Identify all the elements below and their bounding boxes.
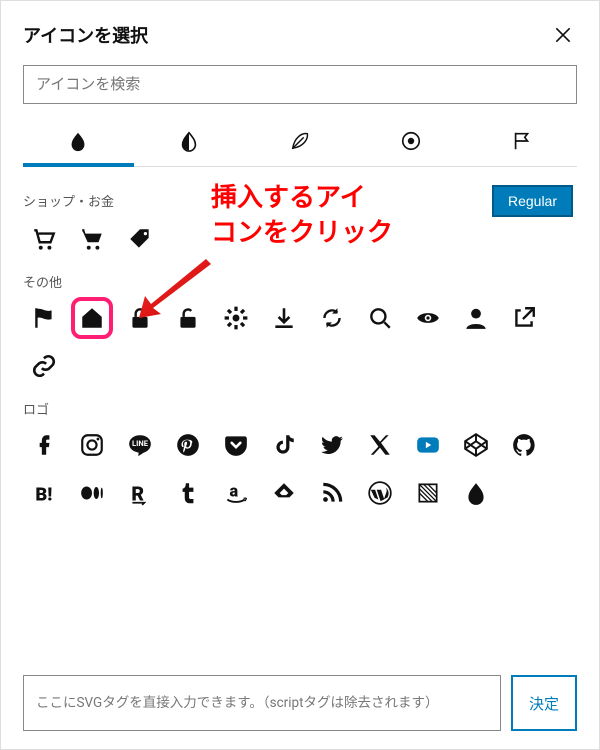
target-icon xyxy=(400,130,422,152)
tab-half[interactable] xyxy=(134,120,245,166)
section-label-logo: ロゴ xyxy=(23,399,573,418)
section-label-shop: ショップ・お金 xyxy=(23,191,114,210)
hatena-icon[interactable]: B! xyxy=(23,472,65,514)
download-icon[interactable] xyxy=(263,297,305,339)
x-icon[interactable] xyxy=(359,424,401,466)
pocket-icon[interactable] xyxy=(215,424,257,466)
facebook-icon[interactable] xyxy=(23,424,65,466)
svg-text:a: a xyxy=(230,481,239,500)
cart-icon[interactable] xyxy=(23,218,65,260)
external-link-icon[interactable] xyxy=(503,297,545,339)
dialog-header: アイコンを選択 xyxy=(23,21,577,49)
tab-outline[interactable] xyxy=(245,120,356,166)
tumblr-icon[interactable] xyxy=(167,472,209,514)
refresh-icon[interactable] xyxy=(311,297,353,339)
drop-solid-icon xyxy=(67,130,89,152)
icon-grid-other xyxy=(23,297,573,387)
search-icon[interactable] xyxy=(359,297,401,339)
icon-grid-shop xyxy=(23,218,573,260)
section-header-shop: ショップ・お金 Regular xyxy=(23,183,573,218)
cart-solid-icon[interactable] xyxy=(71,218,113,260)
eye-icon[interactable] xyxy=(407,297,449,339)
medium-icon[interactable] xyxy=(71,472,113,514)
svg-text:LINE: LINE xyxy=(132,439,149,448)
github-icon[interactable] xyxy=(503,424,545,466)
flag-icon[interactable] xyxy=(23,297,65,339)
tab-solid[interactable] xyxy=(23,120,134,166)
section-label-other: その他 xyxy=(23,272,573,291)
icon-picker-dialog: アイコンを選択 ショップ・お金 Regular xyxy=(0,0,600,750)
drop-half-icon xyxy=(178,130,200,152)
unlock-icon[interactable] xyxy=(167,297,209,339)
close-icon xyxy=(553,25,573,45)
wordpress-icon[interactable] xyxy=(359,472,401,514)
tab-target[interactable] xyxy=(355,120,466,166)
twitter-bird-icon[interactable] xyxy=(311,424,353,466)
home-icon[interactable] xyxy=(71,297,113,339)
gear-icon[interactable] xyxy=(215,297,257,339)
search-input[interactable] xyxy=(23,65,577,104)
youtube-icon[interactable] xyxy=(407,424,449,466)
tiktok-icon[interactable] xyxy=(263,424,305,466)
weight-button[interactable]: Regular xyxy=(492,185,573,217)
feather-icon xyxy=(289,130,311,152)
style-tabs xyxy=(23,120,577,167)
tag-icon[interactable] xyxy=(119,218,161,260)
tab-flag[interactable] xyxy=(466,120,577,166)
svg-direct-input[interactable]: ここにSVGタグを直接入力できます。（scriptタグは除去されます） xyxy=(23,675,501,731)
line-icon[interactable]: LINE xyxy=(119,424,161,466)
rakuten-icon[interactable]: R xyxy=(119,472,161,514)
close-button[interactable] xyxy=(549,21,577,49)
user-icon[interactable] xyxy=(455,297,497,339)
lock-icon[interactable] xyxy=(119,297,161,339)
stack-icon[interactable] xyxy=(407,472,449,514)
icon-scroll-area[interactable]: ショップ・お金 Regular その他 ロゴ LINE xyxy=(23,179,577,663)
svg-text:B!: B! xyxy=(35,485,52,506)
icon-grid-logo: LINE B! R a xyxy=(23,424,573,514)
dialog-footer: ここにSVGタグを直接入力できます。（scriptタグは除去されます） 決定 xyxy=(23,675,577,731)
dialog-title: アイコンを選択 xyxy=(23,22,148,48)
instagram-icon[interactable] xyxy=(71,424,113,466)
feedly-icon[interactable] xyxy=(263,472,305,514)
confirm-button[interactable]: 決定 xyxy=(511,675,577,731)
rss-icon[interactable] xyxy=(311,472,353,514)
codepen-icon[interactable] xyxy=(455,424,497,466)
pinterest-icon[interactable] xyxy=(167,424,209,466)
flag-outline-icon xyxy=(511,130,533,152)
amazon-icon[interactable]: a xyxy=(215,472,257,514)
swell-icon[interactable] xyxy=(455,472,497,514)
link-icon[interactable] xyxy=(23,345,65,387)
